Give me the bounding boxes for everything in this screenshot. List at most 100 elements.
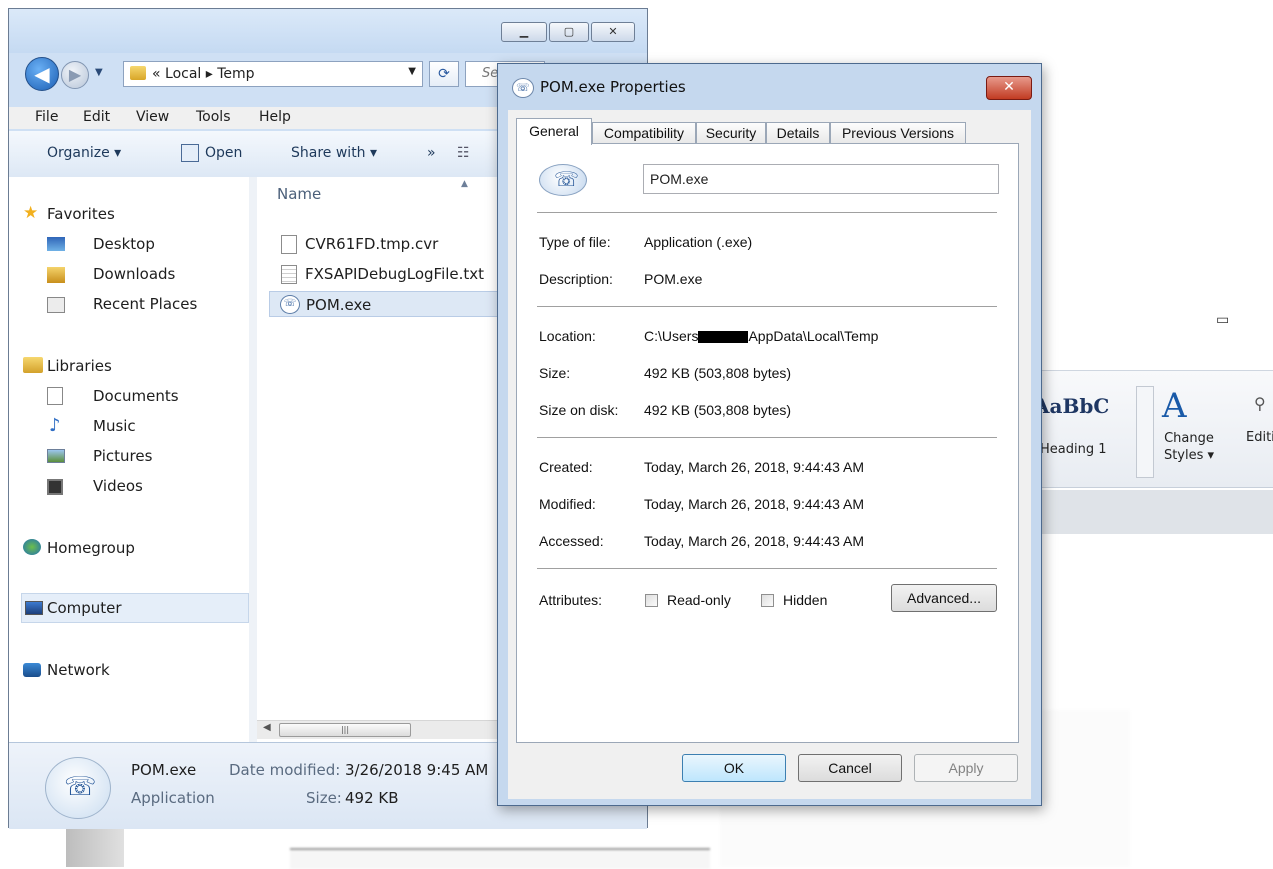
styles-scroll[interactable] bbox=[1136, 386, 1154, 478]
created-value: Today, March 26, 2018, 9:44:43 AM bbox=[644, 459, 864, 475]
address-dropdown-icon[interactable]: ▼ bbox=[408, 66, 416, 77]
list-item-selected[interactable]: ☏ POM.exe bbox=[269, 291, 507, 317]
nav-libraries[interactable]: Libraries bbox=[47, 357, 112, 375]
pom-app-icon: ☏ bbox=[280, 295, 300, 314]
pictures-icon bbox=[47, 449, 65, 463]
style-sample[interactable]: AaBbC bbox=[1034, 394, 1109, 418]
advanced-button[interactable]: Advanced... bbox=[891, 584, 997, 612]
ribbon-footer bbox=[1040, 490, 1273, 534]
change-styles-button[interactable]: Change Styles ▾ bbox=[1154, 430, 1224, 464]
ribbon-band bbox=[1040, 370, 1273, 488]
homegroup-icon bbox=[23, 539, 41, 555]
address-bar[interactable]: « Local ▸ Temp ▼ bbox=[123, 61, 423, 87]
separator bbox=[537, 306, 997, 307]
scroll-left-icon[interactable]: ◀ bbox=[263, 722, 271, 733]
change-styles-icon[interactable]: A bbox=[1162, 386, 1187, 426]
navigation-pane: ★ Favorites Desktop Downloads Recent Pla… bbox=[9, 177, 249, 752]
tab-compatibility[interactable]: Compatibility bbox=[592, 122, 696, 144]
column-header-name[interactable]: Name bbox=[277, 185, 321, 203]
attributes-label: Attributes: bbox=[539, 592, 603, 608]
cancel-button[interactable]: Cancel bbox=[798, 754, 902, 782]
view-options-icon[interactable]: ☷ bbox=[457, 145, 470, 161]
nav-recent-places[interactable]: Recent Places bbox=[93, 295, 197, 313]
accessed-value: Today, March 26, 2018, 9:44:43 AM bbox=[644, 533, 864, 549]
description-label: Description: bbox=[539, 271, 613, 287]
nav-music[interactable]: Music bbox=[93, 417, 136, 435]
close-button[interactable]: ✕ bbox=[591, 22, 635, 42]
type-of-file-label: Type of file: bbox=[539, 234, 611, 250]
hidden-label[interactable]: Hidden bbox=[783, 592, 827, 608]
scrollbar-thumb[interactable]: ||| bbox=[279, 723, 411, 737]
menu-help[interactable]: Help bbox=[259, 109, 291, 125]
refresh-button[interactable]: ⟳ bbox=[429, 61, 459, 87]
details-date-label: Date modified: bbox=[229, 761, 341, 779]
text-file-icon bbox=[281, 265, 297, 284]
history-dropdown-icon[interactable]: ▼ bbox=[95, 67, 103, 78]
tab-previous-versions[interactable]: Previous Versions bbox=[830, 122, 966, 144]
size-on-disk-label: Size on disk: bbox=[539, 402, 619, 418]
nav-computer[interactable]: Computer bbox=[47, 599, 122, 617]
tab-security[interactable]: Security bbox=[696, 122, 766, 144]
nav-pictures[interactable]: Pictures bbox=[93, 447, 152, 465]
pom-file-icon: ☏ bbox=[539, 164, 587, 196]
hidden-checkbox[interactable] bbox=[761, 594, 774, 607]
list-item[interactable]: CVR61FD.tmp.cvr bbox=[269, 231, 507, 257]
dialog-close-button[interactable]: ✕ bbox=[986, 76, 1032, 100]
description-value: POM.exe bbox=[644, 271, 703, 287]
details-file-type: Application bbox=[131, 789, 215, 807]
dialog-title: POM.exe Properties bbox=[540, 78, 686, 96]
details-file-name: POM.exe bbox=[131, 761, 197, 779]
nav-homegroup[interactable]: Homegroup bbox=[47, 539, 135, 557]
menu-edit[interactable]: Edit bbox=[83, 109, 110, 125]
background-document-strip bbox=[290, 848, 710, 869]
maximize-button[interactable]: ▢ bbox=[549, 22, 589, 42]
type-of-file-value: Application (.exe) bbox=[644, 234, 753, 250]
location-label: Location: bbox=[539, 328, 596, 344]
share-with-button[interactable]: Share with ▾ bbox=[291, 145, 377, 161]
more-commands-button[interactable]: » bbox=[427, 145, 436, 161]
nav-network[interactable]: Network bbox=[47, 661, 110, 679]
separator bbox=[537, 212, 997, 213]
forward-button[interactable]: ▶ bbox=[61, 61, 89, 89]
nav-videos[interactable]: Videos bbox=[93, 477, 143, 495]
horizontal-scrollbar[interactable]: ◀ ||| bbox=[257, 720, 507, 739]
breadcrumb[interactable]: « Local ▸ Temp bbox=[152, 66, 255, 82]
menu-view[interactable]: View bbox=[136, 109, 169, 125]
computer-icon bbox=[25, 601, 43, 615]
style-heading-1[interactable]: Heading 1 bbox=[1040, 442, 1107, 457]
tab-details[interactable]: Details bbox=[766, 122, 830, 144]
nav-downloads[interactable]: Downloads bbox=[93, 265, 175, 283]
organize-button[interactable]: Organize ▾ bbox=[47, 145, 121, 161]
back-button[interactable]: ◀ bbox=[25, 57, 59, 91]
list-item[interactable]: FXSAPIDebugLogFile.txt bbox=[269, 261, 507, 287]
editing-button[interactable]: Editir bbox=[1246, 430, 1273, 445]
background-word-window: ▭ AaBbC Heading 1 A Change Styles ▾ ⚲ Ed… bbox=[1034, 290, 1273, 540]
nav-desktop[interactable]: Desktop bbox=[93, 235, 155, 253]
ok-button[interactable]: OK bbox=[682, 754, 786, 782]
minimize-button[interactable]: ▁ bbox=[501, 22, 547, 42]
location-value-start: C:\Users bbox=[644, 328, 699, 344]
separator bbox=[537, 437, 997, 438]
open-button[interactable]: Open bbox=[205, 145, 242, 161]
read-only-checkbox[interactable] bbox=[645, 594, 658, 607]
file-icon bbox=[281, 235, 297, 254]
folder-icon bbox=[130, 66, 146, 80]
menu-tools[interactable]: Tools bbox=[196, 109, 231, 125]
star-icon: ★ bbox=[23, 203, 39, 223]
file-name-field[interactable]: POM.exe bbox=[643, 164, 999, 194]
read-only-label[interactable]: Read-only bbox=[667, 592, 731, 608]
tab-general[interactable]: General bbox=[516, 118, 592, 145]
nav-documents[interactable]: Documents bbox=[93, 387, 179, 405]
menu-file[interactable]: File bbox=[35, 109, 58, 125]
minimize-icon[interactable]: ▭ bbox=[1216, 312, 1229, 328]
binoculars-icon[interactable]: ⚲ bbox=[1254, 394, 1266, 413]
libraries-icon bbox=[23, 357, 43, 373]
size-on-disk-value: 492 KB (503,808 bytes) bbox=[644, 402, 792, 418]
phone-icon: ☏ bbox=[554, 167, 580, 191]
file-list: Name ▲ CVR61FD.tmp.cvr FXSAPIDebugLogFil… bbox=[257, 177, 507, 752]
apply-button[interactable]: Apply bbox=[914, 754, 1018, 782]
modified-value: Today, March 26, 2018, 9:44:43 AM bbox=[644, 496, 864, 512]
pane-splitter[interactable] bbox=[249, 177, 257, 752]
properties-dialog: ☏ POM.exe Properties ✕ General Compatibi… bbox=[497, 63, 1042, 806]
nav-favorites[interactable]: Favorites bbox=[47, 205, 115, 223]
